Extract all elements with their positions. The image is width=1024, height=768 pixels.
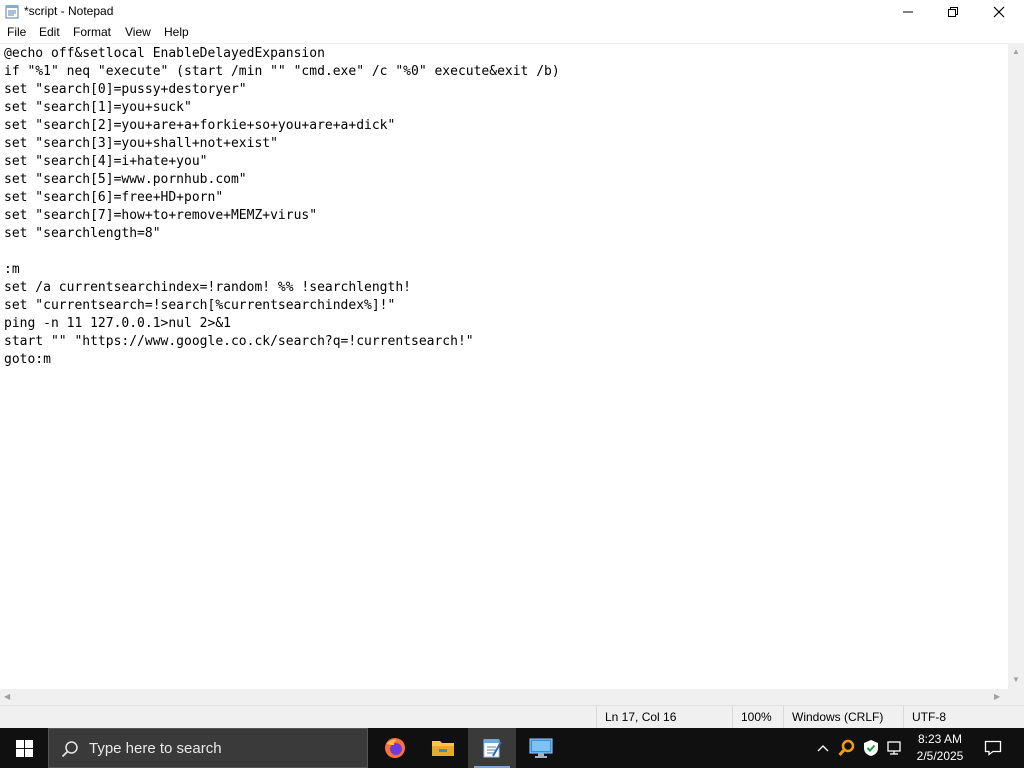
- menu-format[interactable]: Format: [73, 25, 111, 39]
- notification-center[interactable]: [978, 728, 1008, 768]
- code-line: goto:m: [4, 352, 51, 367]
- search-icon: [61, 741, 78, 758]
- restore-button[interactable]: [930, 0, 976, 23]
- search-tool-icon: [838, 739, 855, 757]
- vertical-scrollbar[interactable]: ▲ ▼: [1008, 43, 1024, 689]
- scroll-corner: [1008, 689, 1024, 705]
- shield-icon: [864, 740, 878, 756]
- title-bar[interactable]: *script - Notepad: [0, 0, 1024, 23]
- taskbar: Type here to search 8:23 AM 2/5/2025: [0, 728, 1024, 768]
- taskbar-firefox[interactable]: [371, 728, 419, 768]
- tray-search-tool[interactable]: [836, 728, 858, 768]
- clock-date: 2/5/2025: [916, 749, 964, 763]
- code-line: set /a currentsearchindex=!random! %% !s…: [4, 280, 411, 295]
- minimize-button[interactable]: [885, 0, 931, 23]
- code-line: if "%1" neq "execute" (start /min "" "cm…: [4, 64, 560, 79]
- notepad-icon: [5, 5, 19, 19]
- tray-network[interactable]: [884, 728, 906, 768]
- scroll-up-icon[interactable]: ▲: [1012, 47, 1020, 56]
- encoding: UTF-8: [903, 706, 1024, 729]
- start-button[interactable]: [0, 728, 48, 768]
- code-line: set "search[5]=www.pornhub.com": [4, 172, 247, 187]
- window-title: *script - Notepad: [24, 4, 114, 18]
- notification-icon: [984, 740, 1002, 756]
- system-clock[interactable]: 8:23 AM 2/5/2025: [910, 731, 970, 765]
- code-line: set "currentsearch=!search[%currentsearc…: [4, 298, 396, 313]
- menu-help[interactable]: Help: [164, 25, 189, 39]
- code-line: start "" "https://www.google.co.ck/searc…: [4, 334, 474, 349]
- notepad-icon: [483, 739, 502, 758]
- taskbar-search[interactable]: Type here to search: [48, 728, 368, 768]
- close-icon: [993, 6, 1005, 17]
- menu-file[interactable]: File: [7, 25, 26, 39]
- restore-icon: [948, 6, 958, 17]
- horizontal-scrollbar[interactable]: ◀ ▶: [0, 689, 1008, 705]
- menu-edit[interactable]: Edit: [39, 25, 60, 39]
- code-line: set "search[0]=pussy+destoryer": [4, 82, 247, 97]
- close-button[interactable]: [976, 0, 1022, 23]
- tray-security[interactable]: [860, 728, 882, 768]
- text-editor[interactable]: @echo off&setlocal EnableDelayedExpansio…: [0, 43, 1008, 689]
- code-line: set "search[7]=how+to+remove+MEMZ+virus": [4, 208, 318, 223]
- code-line: set "search[2]=you+are+a+forkie+so+you+a…: [4, 118, 396, 133]
- menu-view[interactable]: View: [125, 25, 151, 39]
- cursor-position: Ln 17, Col 16: [596, 706, 730, 729]
- taskbar-file-explorer[interactable]: [419, 728, 467, 768]
- scroll-left-icon[interactable]: ◀: [4, 692, 10, 701]
- file-explorer-icon: [432, 741, 454, 756]
- code-line: set "searchlength=8": [4, 226, 161, 241]
- menu-bar: File Edit Format View Help: [0, 23, 1024, 42]
- code-line: ping -n 11 127.0.0.1>nul 2>&1: [4, 316, 231, 331]
- line-ending: Windows (CRLF): [783, 706, 901, 729]
- status-bar: Ln 17, Col 16 100% Windows (CRLF) UTF-8: [0, 705, 1024, 729]
- scroll-right-icon[interactable]: ▶: [994, 692, 1000, 701]
- chevron-up-icon: [817, 745, 829, 752]
- taskbar-remote-desktop[interactable]: [517, 728, 565, 768]
- minimize-icon: [903, 11, 913, 12]
- show-hidden-icons[interactable]: [812, 728, 834, 768]
- code-line: set "search[3]=you+shall+not+exist": [4, 136, 278, 151]
- taskbar-notepad[interactable]: [468, 728, 516, 768]
- code-line: :m: [4, 262, 20, 277]
- remote-desktop-icon: [529, 738, 553, 758]
- clock-time: 8:23 AM: [917, 732, 963, 746]
- zoom-level: 100%: [732, 706, 782, 729]
- code-line: set "search[1]=you+suck": [4, 100, 192, 115]
- scroll-down-icon[interactable]: ▼: [1012, 675, 1020, 684]
- windows-logo-icon: [15, 739, 33, 757]
- network-icon: [887, 741, 901, 755]
- code-line: set "search[6]=free+HD+porn": [4, 190, 224, 205]
- firefox-icon: [385, 738, 405, 758]
- search-placeholder: Type here to search: [89, 740, 222, 757]
- code-line: @echo off&setlocal EnableDelayedExpansio…: [4, 46, 325, 61]
- code-line: set "search[4]=i+hate+you": [4, 154, 208, 169]
